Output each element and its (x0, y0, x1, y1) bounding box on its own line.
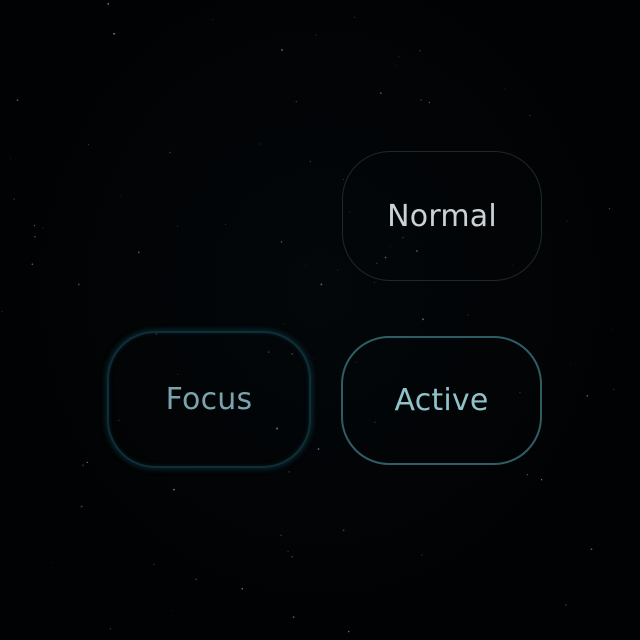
star-dot (138, 251, 140, 254)
star-dot (113, 32, 116, 35)
star-dot (42, 227, 44, 229)
star-dot (31, 263, 34, 265)
star-dot (504, 88, 506, 90)
star-dot (10, 157, 11, 159)
star-dot (281, 49, 283, 51)
star-dot (16, 99, 19, 101)
star-dot (395, 64, 397, 66)
star-dot (608, 208, 611, 210)
star-dot (77, 283, 80, 286)
star-dot (50, 562, 52, 563)
star-dot (315, 34, 317, 36)
star-dot (613, 388, 615, 390)
star-dot (108, 25, 110, 27)
star-dot (421, 554, 423, 556)
star-dot (33, 225, 35, 227)
star-dot (109, 628, 112, 630)
star-dot (295, 100, 297, 103)
star-dot (570, 363, 572, 364)
starfield-background (1, 3, 615, 633)
star-dot (34, 236, 36, 238)
star-dot (82, 464, 84, 467)
normal-button-label: Normal (387, 198, 497, 234)
star-dot (173, 488, 175, 491)
star-dot (540, 479, 543, 481)
star-dot (354, 16, 356, 18)
star-dot (586, 394, 589, 397)
star-dot (420, 99, 422, 101)
star-dot (13, 198, 15, 200)
star-dot (1, 311, 3, 313)
star-dot (241, 587, 244, 590)
star-dot (317, 448, 320, 450)
focus-button-label: Focus (165, 382, 253, 417)
star-dot (107, 3, 110, 5)
star-dot (258, 143, 261, 145)
star-dot (611, 328, 613, 330)
star-dot (566, 220, 568, 222)
star-dot (342, 178, 344, 181)
star-dot (428, 101, 431, 104)
star-dot (305, 265, 307, 267)
active-button[interactable]: Active (341, 336, 542, 465)
star-dot (177, 225, 179, 227)
star-dot (195, 578, 197, 581)
star-dot (374, 282, 375, 283)
star-dot (342, 529, 345, 532)
star-dot (87, 143, 90, 146)
star-dot (347, 630, 350, 633)
star-dot (526, 474, 529, 476)
star-dot (292, 616, 295, 619)
star-dot (291, 556, 293, 558)
star-dot (80, 505, 83, 508)
star-dot (565, 604, 567, 606)
star-dot (590, 548, 593, 551)
star-dot (337, 269, 339, 271)
star-dot (467, 314, 469, 316)
star-dot (225, 224, 227, 225)
star-dot (309, 160, 311, 162)
star-dot (288, 471, 290, 473)
active-button-label: Active (394, 383, 489, 418)
normal-button[interactable]: Normal (342, 151, 542, 281)
star-dot (422, 318, 424, 321)
star-dot (398, 56, 400, 58)
focus-button[interactable]: Focus (107, 331, 311, 468)
star-dot (153, 563, 155, 565)
star-dot (380, 92, 382, 94)
star-dot (283, 323, 285, 325)
star-dot (313, 358, 315, 360)
star-dot (529, 114, 531, 117)
star-dot (287, 550, 289, 553)
star-dot (169, 151, 171, 154)
star-dot (419, 50, 421, 52)
star-dot (280, 534, 282, 536)
star-dot (120, 195, 121, 196)
star-dot (280, 241, 283, 243)
star-dot (86, 461, 88, 464)
star-dot (171, 610, 172, 611)
star-dot (320, 283, 323, 286)
star-dot (211, 19, 213, 20)
app-canvas: Normal Focus Active (0, 0, 640, 640)
